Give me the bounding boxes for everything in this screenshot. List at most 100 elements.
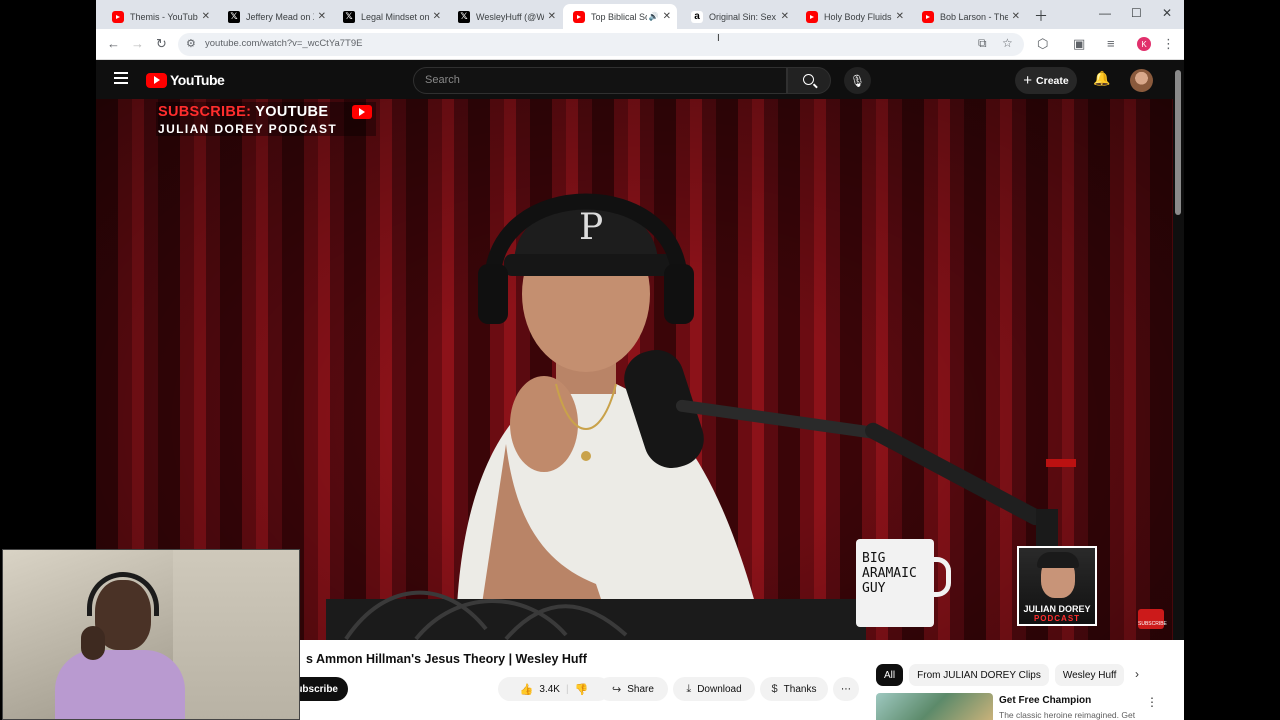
close-icon[interactable]: ✕ [433,11,441,22]
back-icon[interactable]: ← [107,36,120,51]
tab-strip: Themis - YouTube ✕ 𝕏 Jeffery Mead on X ✕… [96,0,1184,29]
webcam-overlay [2,549,300,720]
close-icon[interactable]: ✕ [663,11,671,22]
recommended-title[interactable]: Get Free Champion [999,695,1091,706]
tab-label: Themis - YouTube [130,11,198,22]
recommended-thumbnail[interactable] [876,693,993,720]
youtube-favicon-icon [922,10,934,23]
recommended-item[interactable]: Get Free Champion The classic heroine re… [876,693,1166,720]
create-button[interactable]: + Create [1015,67,1077,94]
maximize-icon[interactable]: ☐ [1131,6,1142,20]
page-scrollbar[interactable] [1175,64,1181,714]
search-input[interactable]: Search [413,67,787,94]
thanks-label: Thanks [783,683,817,695]
notifications-bell-icon[interactable]: 🔔 [1093,70,1110,87]
download-label: Download [697,683,742,695]
tab-label: Top Biblical Sc [591,11,647,22]
tab-wesleyhuff[interactable]: 𝕏 WesleyHuff (@W ✕ [448,4,562,29]
video-title: s Ammon Hillman's Jesus Theory | Wesley … [306,652,587,666]
share-icon: ↪ [612,683,622,696]
svg-text:P: P [579,207,603,248]
microphone-icon[interactable]: 🎙 [844,67,871,94]
chip-from-channel[interactable]: From JULIAN DOREY Clips [909,664,1049,686]
install-app-icon[interactable]: ⧉ [978,36,987,51]
thanks-icon: $ [771,683,778,695]
tab-jeffery-mead[interactable]: 𝕏 Jeffery Mead on X ✕ [218,4,332,29]
address-bar[interactable]: ⚙ youtube.com/watch?v=_wcCtYa7T9E ⧉ ☆ [178,33,1024,56]
channel-watermark[interactable]: SUBSCRIBE [1138,609,1167,629]
big-aramaic-guy-mug: BIG ARAMAIC GUY [856,539,951,627]
webcam-background [173,550,299,719]
share-button[interactable]: ↪ Share [598,677,668,701]
mixer-cables [326,590,866,640]
more-actions-button[interactable]: ⋯ [833,677,859,701]
reload-icon[interactable]: ↻ [156,36,167,52]
download-button[interactable]: ⤓ Download [673,677,755,701]
media-controls-icon[interactable]: ≡ [1107,36,1115,51]
chip-wesley-huff[interactable]: Wesley Huff [1054,664,1125,686]
cast-icon[interactable]: ▣ [1073,36,1085,52]
bookmark-star-icon[interactable]: ☆ [1002,36,1013,50]
thumbs-up-icon[interactable]: 👍 [520,683,534,696]
hamburger-menu-icon[interactable] [114,72,128,84]
end-card-sub: PODCAST [1033,614,1081,623]
youtube-favicon-icon [806,10,818,23]
text-cursor-icon: I [717,33,720,44]
chip-all[interactable]: All [876,664,904,686]
youtube-logo-text: YouTube [170,72,225,88]
related-filter-chips: All From JULIAN DOREY Clips Wesley Huff [876,664,1125,686]
youtube-favicon-icon [573,10,585,23]
like-dislike-group: 👍 3.4K | 👎 [498,677,610,701]
close-icon[interactable]: ✕ [1012,11,1020,22]
x-favicon-icon: 𝕏 [458,10,470,23]
scrollbar-thumb[interactable] [1175,70,1181,215]
close-icon[interactable]: ✕ [896,11,904,22]
tab-bob-larson[interactable]: Bob Larson - The ✕ [912,4,1026,29]
youtube-play-icon [352,105,372,119]
tab-legal-mindset[interactable]: 𝕏 Legal Mindset on X ✕ [333,4,447,29]
tab-label: WesleyHuff (@W [476,11,544,22]
close-window-icon[interactable]: ✕ [1162,6,1172,20]
user-avatar[interactable] [1130,69,1153,92]
banner-line-1: SUBSCRIBE: YOUTUBE [158,104,328,120]
like-count[interactable]: 3.4K [539,684,560,695]
youtube-logo[interactable]: YouTube [146,72,225,88]
amazon-favicon-icon: a [691,10,703,23]
x-favicon-icon: 𝕏 [343,10,355,23]
extensions-icon[interactable]: ⬡ [1037,36,1048,52]
close-icon[interactable]: ✕ [781,11,789,22]
site-info-icon[interactable]: ⚙ [186,37,196,50]
banner-white-text: YOUTUBE [251,104,329,120]
youtube-header: YouTube Search 🎙 + Create 🔔 [96,61,1184,99]
close-icon[interactable]: ✕ [548,11,556,22]
youtube-play-icon [146,72,167,88]
webcam-person-body [55,650,185,719]
minimize-icon[interactable]: — [1099,6,1111,20]
tab-label: Legal Mindset on X [361,11,429,22]
channel-end-card[interactable]: JULIAN DOREY PODCAST [1017,546,1097,626]
browser-toolbar: ← → ↻ ⚙ youtube.com/watch?v=_wcCtYa7T9E … [96,29,1184,60]
forward-icon[interactable]: → [131,36,144,51]
recommended-description: The classic heroine reimagined. Get [999,710,1136,720]
more-options-icon[interactable]: ⋮ [1146,695,1158,709]
webcam-headphones-icon [87,572,159,616]
tab-holy-body[interactable]: Holy Body Fluids ✕ [796,4,910,29]
youtube-favicon-icon [112,10,124,23]
close-icon[interactable]: ✕ [202,11,210,22]
search-button[interactable] [787,67,831,94]
menu-kebab-icon[interactable]: ⋮ [1162,36,1175,52]
webcam-person-hand [81,626,105,660]
thanks-button[interactable]: $ Thanks [760,677,828,701]
tab-original-sin[interactable]: a Original Sin: Sex ✕ [681,4,795,29]
tab-label: Jeffery Mead on X [246,11,314,22]
close-icon[interactable]: ✕ [318,11,326,22]
speaker-icon[interactable]: 🔊 [649,12,659,21]
thumbs-down-icon[interactable]: 👎 [575,683,589,696]
url-text: youtube.com/watch?v=_wcCtYa7T9E [205,38,363,49]
plus-icon[interactable]: ＋ [1034,6,1048,26]
chevron-right-icon[interactable]: › [1135,667,1139,681]
profile-avatar[interactable]: K [1137,37,1151,51]
tab-themis[interactable]: Themis - YouTube ✕ [102,4,216,29]
tab-top-biblical[interactable]: Top Biblical Sc 🔊 ✕ [563,4,677,29]
divider: | [565,683,569,695]
